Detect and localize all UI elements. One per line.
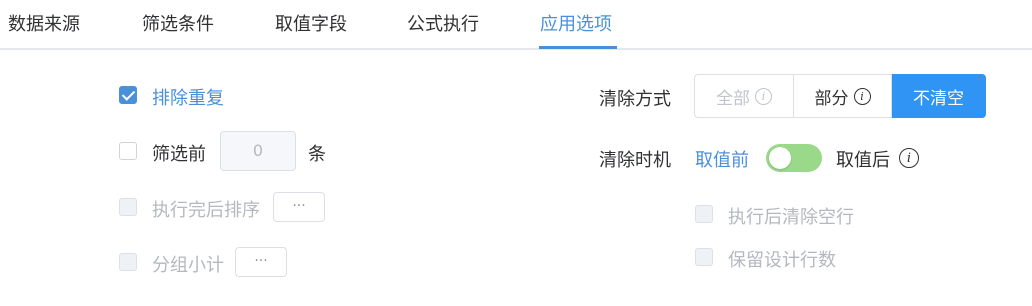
sort-after-checkbox[interactable]	[119, 198, 137, 216]
sort-settings-button[interactable]: ···	[273, 192, 325, 222]
tab-filter-conditions[interactable]: 筛选条件	[142, 10, 214, 36]
clear-mode-none-option[interactable]: 不清空	[892, 74, 986, 118]
info-icon[interactable]: i	[755, 87, 772, 105]
sort-after-label: 执行完后排序	[152, 200, 260, 221]
clear-mode-none-label: 不清空	[913, 88, 964, 109]
clear-timing-label: 清除时机	[599, 150, 671, 171]
group-settings-button[interactable]: ···	[235, 247, 287, 277]
toggle-knob	[769, 147, 791, 169]
clear-mode-partial-label: 部分	[814, 88, 849, 109]
clear-empty-rows-checkbox[interactable]	[695, 205, 713, 223]
clear-mode-all-option[interactable]: 全部 i	[694, 74, 794, 118]
clear-after-fetch-label[interactable]: 取值后	[836, 146, 890, 172]
clear-before-fetch-label[interactable]: 取值前	[695, 146, 749, 172]
clear-timing-toggle[interactable]	[766, 144, 822, 172]
dedupe-checkbox[interactable]	[119, 86, 137, 104]
group-subtotal-label: 分组小计	[152, 255, 224, 276]
info-icon[interactable]: i	[853, 87, 871, 105]
active-tab-indicator	[539, 46, 617, 49]
tab-application-options[interactable]: 应用选项	[540, 10, 612, 36]
tab-data-source[interactable]: 数据来源	[8, 10, 80, 36]
dedupe-label[interactable]: 排除重复	[152, 84, 224, 110]
filter-count-unit: 条	[308, 144, 326, 165]
tab-value-fields[interactable]: 取值字段	[275, 10, 347, 36]
clear-mode-all-label: 全部	[716, 88, 750, 109]
tab-bar: 数据来源 筛选条件 取值字段 公式执行 应用选项	[0, 0, 1032, 50]
keep-design-rows-label: 保留设计行数	[728, 250, 836, 271]
tab-formula-execution[interactable]: 公式执行	[407, 10, 479, 36]
clear-empty-rows-label: 执行后清除空行	[728, 207, 854, 228]
filter-before-label[interactable]: 筛选前	[152, 140, 206, 166]
info-icon[interactable]: i	[899, 148, 919, 168]
filter-before-checkbox[interactable]	[119, 142, 137, 160]
keep-design-rows-checkbox[interactable]	[695, 248, 713, 266]
group-subtotal-checkbox[interactable]	[119, 253, 137, 271]
clear-mode-label: 清除方式	[599, 89, 671, 110]
clear-mode-partial-option[interactable]: 部分 i	[794, 74, 892, 118]
filter-count-input[interactable]: 0	[220, 131, 296, 171]
